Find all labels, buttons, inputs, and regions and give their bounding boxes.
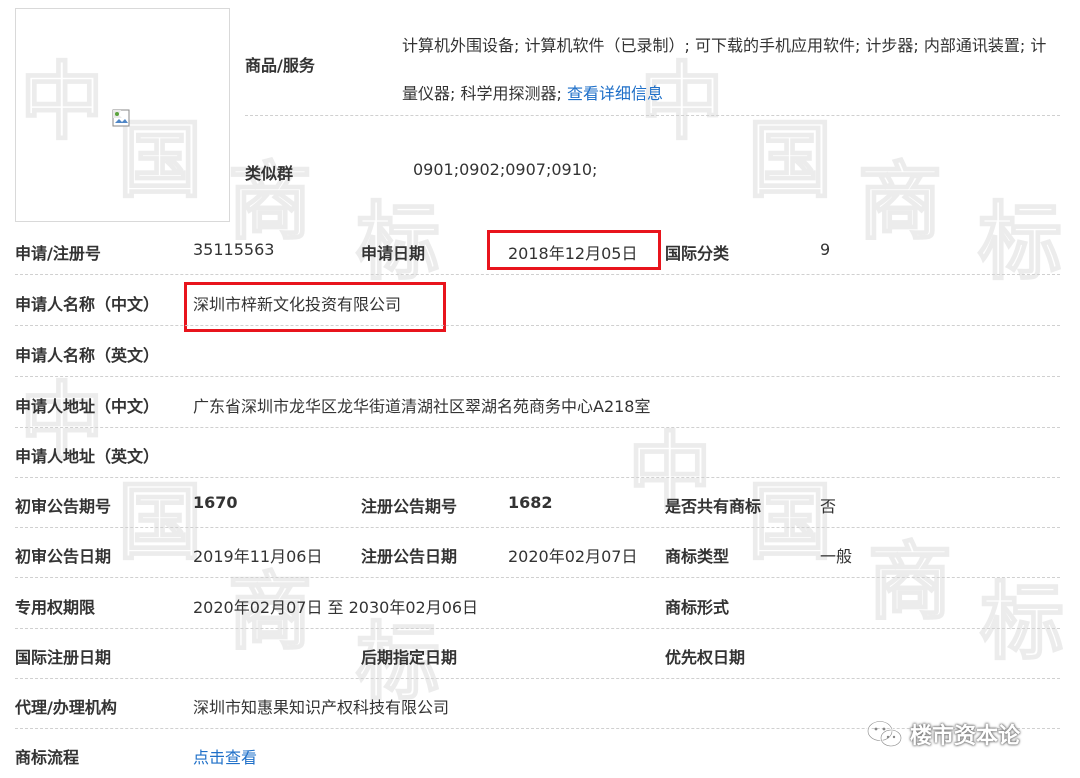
divider xyxy=(15,577,1060,578)
divider xyxy=(15,527,1060,528)
divider xyxy=(15,427,1060,428)
divider xyxy=(15,376,1060,377)
trademark-form-label: 商标形式 xyxy=(665,598,730,617)
highlight-box xyxy=(487,230,661,270)
watermark-char: 国 xyxy=(747,111,833,209)
brand-name: 楼市资本论 xyxy=(910,724,1021,749)
wechat-icon xyxy=(866,720,903,748)
application-date-label: 申请日期 xyxy=(361,244,426,263)
agent-label: 代理/办理机构 xyxy=(15,698,117,717)
divider xyxy=(15,477,1060,478)
later-designation-date-label: 后期指定日期 xyxy=(361,648,458,667)
address-cn-label: 申请人地址（中文） xyxy=(15,397,160,416)
intl-class-label: 国际分类 xyxy=(665,244,730,263)
reg-announce-no-label: 注册公告期号 xyxy=(361,497,458,516)
divider xyxy=(15,325,1060,326)
shared-trademark-value: 否 xyxy=(820,497,837,516)
divider xyxy=(15,628,1060,629)
view-flow-link[interactable]: 点击查看 xyxy=(193,744,257,768)
divider xyxy=(15,274,1060,275)
prelim-announce-date-label: 初审公告日期 xyxy=(15,547,112,566)
watermark-char: 标 xyxy=(977,193,1063,291)
reg-announce-no-value: 1682 xyxy=(508,493,553,512)
goods-services-text: 计算机外围设备; 计算机软件（已录制）; 可下载的手机应用软件; 计步器; 内部… xyxy=(402,22,1062,118)
prelim-announce-no-value: 1670 xyxy=(193,493,238,512)
watermark-char: 国 xyxy=(117,473,203,571)
watermark-char: 标 xyxy=(979,573,1065,671)
view-details-link[interactable]: 查看详细信息 xyxy=(567,84,663,103)
reg-number-value: 35115563 xyxy=(193,240,275,259)
intl-reg-date-label: 国际注册日期 xyxy=(15,648,112,667)
goods-list: 计算机外围设备; 计算机软件（已录制）; 可下载的手机应用软件; 计步器; 内部… xyxy=(402,36,1047,103)
similar-group-label: 类似群 xyxy=(245,164,294,183)
priority-date-label: 优先权日期 xyxy=(665,648,746,667)
brand-watermark: 楼市资本论 xyxy=(866,718,1020,750)
divider xyxy=(15,678,1060,679)
watermark-char: 商 xyxy=(867,533,953,631)
applicant-name-en-label: 申请人名称（英文） xyxy=(15,346,160,365)
reg-announce-date-value: 2020年02月07日 xyxy=(508,547,638,566)
address-cn-value: 广东省深圳市龙华区龙华街道清湖社区翠湖名苑商务中心A218室 xyxy=(193,397,651,416)
trademark-image-frame xyxy=(15,8,230,222)
similar-group-value: 0901;0902;0907;0910; xyxy=(413,160,598,179)
prelim-announce-no-label: 初审公告期号 xyxy=(15,497,112,516)
reg-announce-date-label: 注册公告日期 xyxy=(361,547,458,566)
trademark-type-value: 一般 xyxy=(820,547,853,566)
trademark-flow-label: 商标流程 xyxy=(15,748,80,767)
agent-value: 深圳市知惠果知识产权科技有限公司 xyxy=(193,698,450,717)
broken-image-icon xyxy=(112,109,130,127)
exclusive-term-label: 专用权期限 xyxy=(15,598,96,617)
divider xyxy=(245,115,1060,116)
applicant-name-cn-label: 申请人名称（中文） xyxy=(15,295,160,314)
intl-class-value: 9 xyxy=(820,240,831,259)
address-en-label: 申请人地址（英文） xyxy=(15,447,160,466)
shared-trademark-label: 是否共有商标 xyxy=(665,497,762,516)
watermark-char: 商 xyxy=(857,153,943,251)
goods-label: 商品/服务 xyxy=(245,56,315,75)
exclusive-term-value: 2020年02月07日 至 2030年02月06日 xyxy=(193,598,479,617)
prelim-announce-date-value: 2019年11月06日 xyxy=(193,547,323,566)
reg-number-label: 申请/注册号 xyxy=(15,244,101,263)
trademark-type-label: 商标类型 xyxy=(665,547,730,566)
